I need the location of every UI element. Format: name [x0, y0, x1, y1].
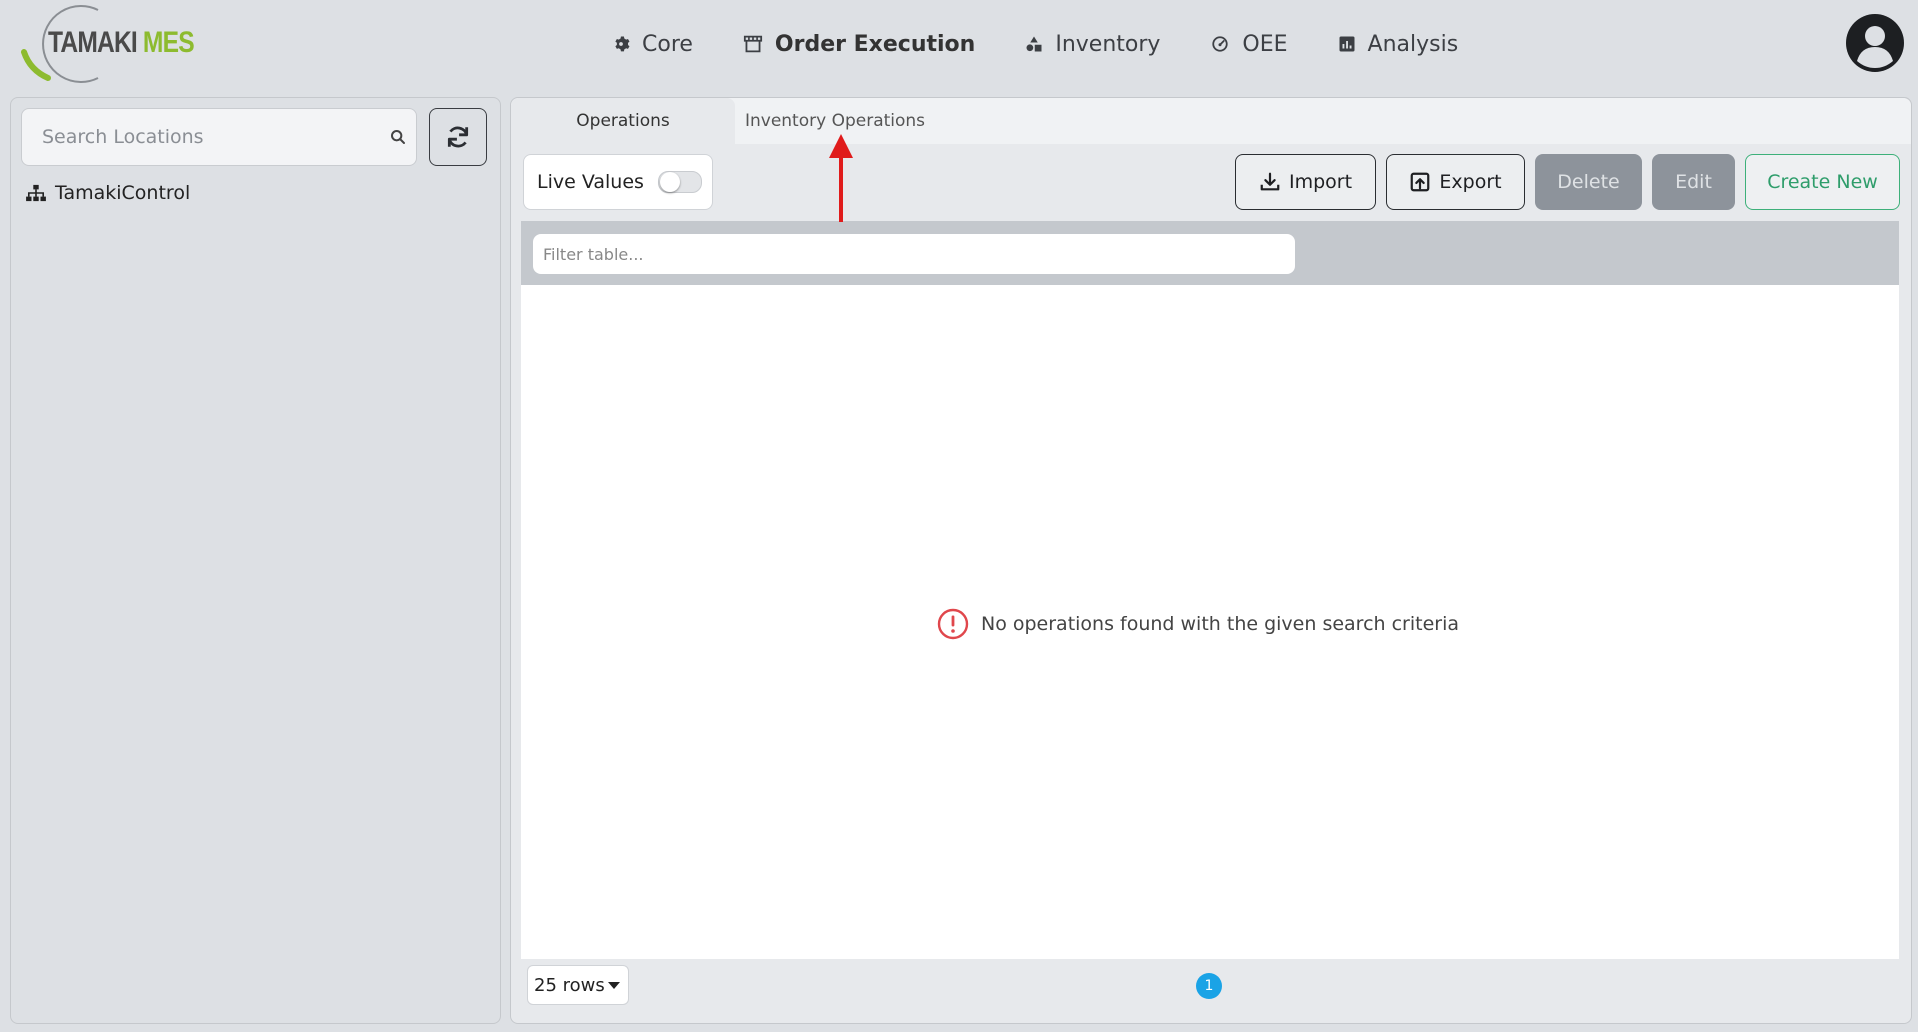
create-new-label: Create New	[1767, 171, 1878, 193]
search-locations-input[interactable]	[22, 109, 362, 165]
pagination-page-button[interactable]: 1	[1196, 973, 1222, 999]
error-circle-icon	[937, 608, 969, 640]
edit-label: Edit	[1675, 171, 1712, 193]
logo-text-part2: MES	[142, 26, 195, 59]
nav-item-core[interactable]: Core	[612, 32, 693, 57]
delete-label: Delete	[1557, 171, 1620, 193]
chart-square-icon	[1339, 36, 1355, 52]
logo-text-part1: TAMAKI	[48, 26, 138, 59]
refresh-icon	[447, 126, 469, 148]
nav-item-oee[interactable]: OEE	[1210, 31, 1288, 57]
nav-item-label: OEE	[1242, 31, 1288, 57]
live-values-control: Live Values	[523, 154, 713, 210]
import-button[interactable]: Import	[1235, 154, 1376, 210]
export-label: Export	[1439, 171, 1502, 193]
export-button[interactable]: Export	[1386, 154, 1525, 210]
sitemap-icon	[26, 184, 46, 202]
import-label: Import	[1288, 171, 1353, 193]
nav-item-label: Inventory	[1055, 31, 1161, 57]
tab-bar: Operations Inventory Operations	[511, 98, 1911, 144]
edit-button[interactable]: Edit	[1652, 154, 1735, 210]
locations-panel: TamakiControl	[10, 97, 501, 1024]
nav-item-order-execution[interactable]: Order Execution	[743, 32, 975, 57]
annotation-arrow-icon	[829, 134, 853, 222]
caret-down-icon	[608, 982, 620, 989]
create-new-button[interactable]: Create New	[1745, 154, 1900, 210]
main-nav: Core Order Execution Inventory OEE Analy…	[612, 24, 1508, 64]
live-values-label: Live Values	[537, 171, 644, 193]
user-avatar-icon[interactable]	[1845, 13, 1905, 73]
table-footer: 25 rows 1	[521, 959, 1899, 1011]
search-locations-box	[21, 108, 417, 166]
toggle-knob	[659, 172, 680, 192]
tab-label: Inventory Operations	[744, 111, 926, 131]
nav-item-analysis[interactable]: Analysis	[1338, 31, 1459, 57]
rows-per-page-select[interactable]: 25 rows	[527, 965, 629, 1005]
operations-panel: Operations Inventory Operations Live Val…	[510, 97, 1912, 1024]
empty-state-text: No operations found with the given searc…	[980, 613, 1460, 635]
download-icon	[1260, 172, 1280, 191]
delete-button[interactable]: Delete	[1535, 154, 1642, 210]
operations-table: No operations found with the given searc…	[521, 221, 1899, 1011]
page-number: 1	[1204, 978, 1214, 994]
tab-operations[interactable]: Operations	[511, 98, 735, 144]
nav-item-label: Analysis	[1367, 31, 1459, 57]
top-navbar: TAMAKI MES Core Order Execution Inventor…	[0, 0, 1918, 86]
filter-table-input[interactable]	[533, 234, 1295, 274]
table-body: No operations found with the given searc…	[521, 285, 1899, 959]
shapes-icon	[1026, 36, 1042, 52]
gauge-icon	[1212, 36, 1229, 52]
nav-item-inventory[interactable]: Inventory	[1025, 32, 1160, 57]
rows-per-page-value: 25 rows	[534, 974, 605, 996]
live-values-toggle[interactable]	[657, 171, 702, 193]
table-filter-bar	[521, 221, 1899, 285]
gear-icon	[615, 36, 630, 52]
location-tree-item[interactable]: TamakiControl	[25, 182, 190, 204]
empty-state-message: No operations found with the given searc…	[521, 608, 1899, 640]
nav-item-label: Core	[642, 31, 693, 57]
toolbar: Live Values Import Export Delete Edit Cr…	[511, 144, 1911, 220]
refresh-button[interactable]	[429, 108, 487, 166]
store-icon	[743, 35, 763, 53]
export-icon	[1411, 172, 1430, 192]
app-logo[interactable]: TAMAKI MES	[20, 4, 200, 83]
logo-text: TAMAKI MES	[48, 26, 195, 60]
tab-label: Operations	[576, 111, 670, 131]
search-icon[interactable]	[390, 129, 406, 145]
nav-item-label: Order Execution	[774, 31, 976, 57]
location-tree-label: TamakiControl	[55, 182, 191, 204]
